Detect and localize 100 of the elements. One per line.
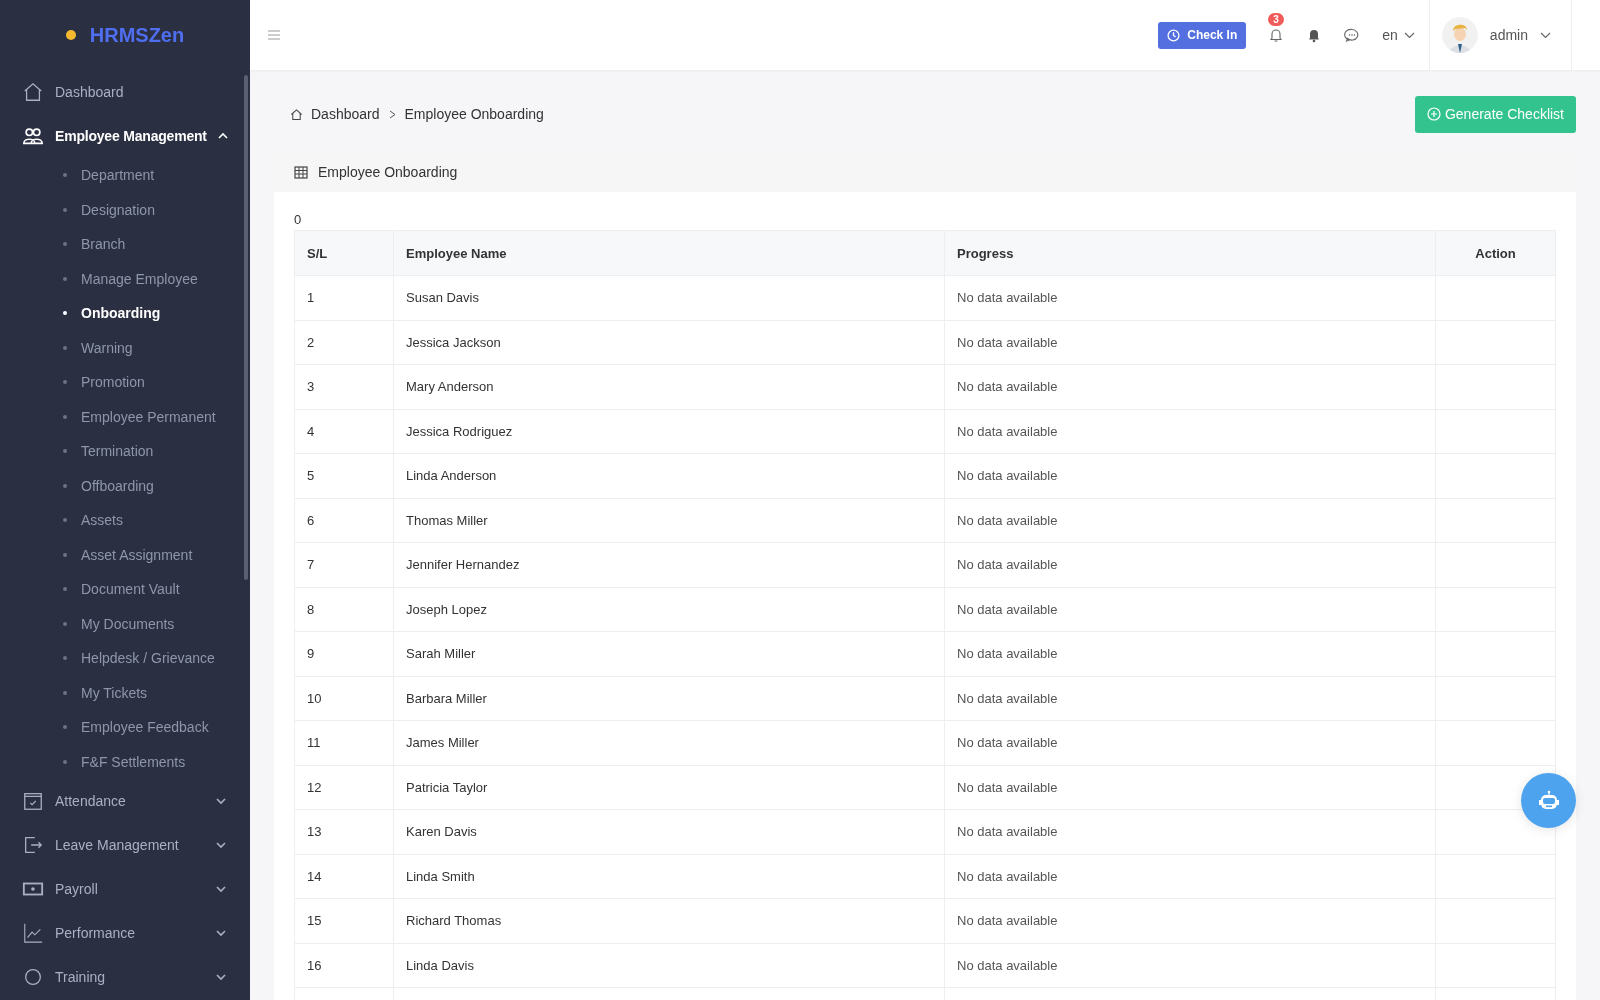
user-name: admin — [1489, 27, 1528, 43]
chevron-up-icon — [217, 131, 228, 141]
submenu-item[interactable]: Designation — [0, 192, 250, 227]
table-cell: Barbara Miller — [393, 676, 945, 721]
scrollbar[interactable] — [244, 75, 248, 580]
submenu-item[interactable]: Termination — [0, 434, 250, 469]
sidebar-item[interactable]: Performance — [0, 911, 250, 955]
breadcrumb-link[interactable]: Dashboard — [311, 106, 380, 122]
check-in-button[interactable]: Check In — [1158, 21, 1247, 49]
table-cell: No data available — [944, 765, 1436, 810]
submenu-item[interactable]: Offboarding — [0, 468, 250, 503]
sidebar-item[interactable]: Leave Management — [0, 823, 250, 867]
table-cell: No data available — [944, 943, 1436, 988]
table-cell: 16 — [294, 943, 394, 988]
sidebar-item[interactable]: Attendance — [0, 779, 250, 823]
user-menu[interactable]: admin — [1428, 0, 1572, 70]
table-cell: 3 — [294, 364, 394, 409]
breadcrumb-current: Employee Onboarding — [404, 106, 544, 122]
table-cell: Thomas Miller — [393, 498, 945, 543]
avatar-icon — [1441, 17, 1478, 53]
table-cell: 8 — [294, 587, 394, 632]
table-cell: No data available — [944, 898, 1436, 943]
submenu-item[interactable]: Employee Permanent — [0, 399, 250, 434]
submenu-item[interactable]: F&F Settlements — [0, 744, 250, 779]
table-cell: Patricia Taylor — [393, 765, 945, 810]
table-cell: No data available — [944, 409, 1436, 454]
submenu-item[interactable]: Employee Feedback — [0, 710, 250, 745]
house-icon — [22, 81, 44, 103]
line-chart-icon — [22, 922, 44, 944]
table-cell: Linda Anderson — [393, 453, 945, 498]
sidebar-item[interactable]: Payroll — [0, 867, 250, 911]
brand-name[interactable]: HRMSZen — [89, 23, 185, 47]
submenu-item[interactable]: Promotion — [0, 365, 250, 400]
submenu-item[interactable]: Assets — [0, 503, 250, 538]
table-cell: Sarah Miller — [393, 631, 945, 676]
chevron-right-icon — [387, 109, 397, 119]
table-cell: Jennifer Hernandez — [393, 542, 945, 587]
table-cell: Linda Davis — [393, 943, 945, 988]
column-header: S/L — [294, 230, 394, 276]
table-cell: 4 — [294, 409, 394, 454]
table-cell: No data available — [944, 676, 1436, 721]
sidebar-item[interactable]: Dashboard — [0, 70, 250, 114]
language-selector[interactable]: en — [1382, 27, 1415, 43]
table-cell: 2 — [294, 320, 394, 365]
sidebar-item[interactable]: Training — [0, 955, 250, 999]
table-cell: Karen Davis — [393, 809, 945, 854]
submenu-item[interactable]: Document Vault — [0, 572, 250, 607]
submenu-item[interactable]: Department — [0, 158, 250, 193]
table-cell: Jessica Jackson — [393, 320, 945, 365]
table-cell: 13 — [294, 809, 394, 854]
table-cell: 11 — [294, 720, 394, 765]
submenu-item[interactable]: Onboarding — [0, 296, 250, 331]
table-cell: Richard Thomas — [393, 898, 945, 943]
table-cell: No data available — [944, 587, 1436, 632]
clock-icon — [1167, 28, 1181, 42]
chevron-down-icon — [216, 884, 226, 894]
table-icon — [294, 165, 308, 179]
table-cell: No data available — [944, 320, 1436, 365]
table-cell: 5 — [294, 453, 394, 498]
table-cell: No data available — [944, 854, 1436, 899]
column-header: Employee Name — [393, 230, 945, 276]
table-cell: 14 — [294, 854, 394, 899]
calendar-icon — [22, 790, 44, 812]
table-cell: No data available — [944, 720, 1436, 765]
submenu-item[interactable]: Helpdesk / Grievance — [0, 641, 250, 676]
table-cell: 10 — [294, 676, 394, 721]
submenu-item[interactable]: Warning — [0, 330, 250, 365]
chevron-down-icon — [216, 796, 226, 806]
table-cell: 12 — [294, 765, 394, 810]
exit-icon — [22, 834, 44, 856]
table-cell: Linda Smith — [393, 854, 945, 899]
table-cell: 1 — [294, 275, 394, 320]
submenu-item[interactable]: My Documents — [0, 606, 250, 641]
logo-dot-icon — [65, 30, 76, 40]
table-cell: 7 — [294, 542, 394, 587]
table-cell: Susan Davis — [393, 275, 945, 320]
table-cell: No data available — [944, 498, 1436, 543]
chevron-down-icon — [1403, 31, 1415, 39]
chat-icon[interactable] — [1344, 27, 1361, 43]
table-cell: No data available — [944, 364, 1436, 409]
table-cell: No data available — [944, 631, 1436, 676]
submenu-item[interactable]: Manage Employee — [0, 261, 250, 296]
table-cell: 15 — [294, 898, 394, 943]
column-header: Progress — [944, 230, 1436, 276]
table-cell: 6 — [294, 498, 394, 543]
submenu-item[interactable]: Asset Assignment — [0, 537, 250, 572]
bell-icon[interactable] — [1268, 27, 1285, 43]
column-header: Action — [1435, 230, 1556, 276]
circle-icon — [22, 966, 44, 988]
sidebar-item[interactable]: Employee Management — [0, 114, 250, 158]
table-cell: No data available — [944, 453, 1436, 498]
notification-badge: 3 — [1268, 13, 1284, 26]
plus-circle-icon — [1426, 107, 1441, 121]
submenu-item[interactable]: My Tickets — [0, 675, 250, 710]
chevron-down-icon — [216, 840, 226, 850]
table-cell: No data available — [944, 542, 1436, 587]
submenu-item[interactable]: Branch — [0, 227, 250, 262]
record-count: 0 — [294, 212, 303, 227]
card-title: Employee Onboarding — [318, 164, 458, 180]
table-cell: No data available — [944, 275, 1436, 320]
